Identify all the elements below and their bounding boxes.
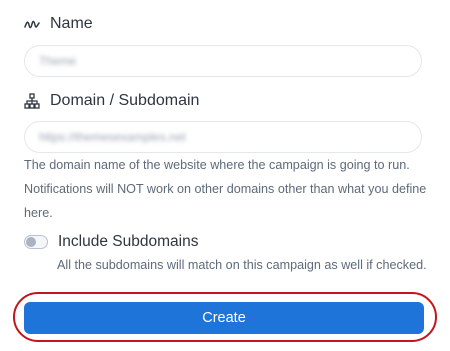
name-input-value: Theme: [39, 54, 77, 68]
include-subdomains-row: Include Subdomains: [24, 233, 198, 251]
name-label: Name: [50, 15, 93, 32]
toggle-knob: [26, 237, 36, 247]
domain-help-text: The domain name of the website where the…: [24, 158, 427, 220]
domain-label: Domain / Subdomain: [50, 92, 200, 109]
create-button[interactable]: Create: [24, 302, 424, 334]
include-subdomains-toggle[interactable]: [24, 235, 48, 249]
include-subdomains-label: Include Subdomains: [58, 233, 199, 250]
signature-icon: [24, 16, 40, 32]
domain-label-row: Domain / Subdomain: [24, 92, 199, 110]
domain-input-value: https://themesexamples.net: [39, 130, 186, 144]
sitemap-icon: [24, 93, 40, 109]
include-subdomains-help: All the subdomains will match on this ca…: [57, 258, 427, 272]
name-label-row: Name: [24, 15, 93, 33]
domain-input[interactable]: https://themesexamples.net: [24, 121, 422, 153]
name-input[interactable]: Theme: [24, 45, 422, 77]
